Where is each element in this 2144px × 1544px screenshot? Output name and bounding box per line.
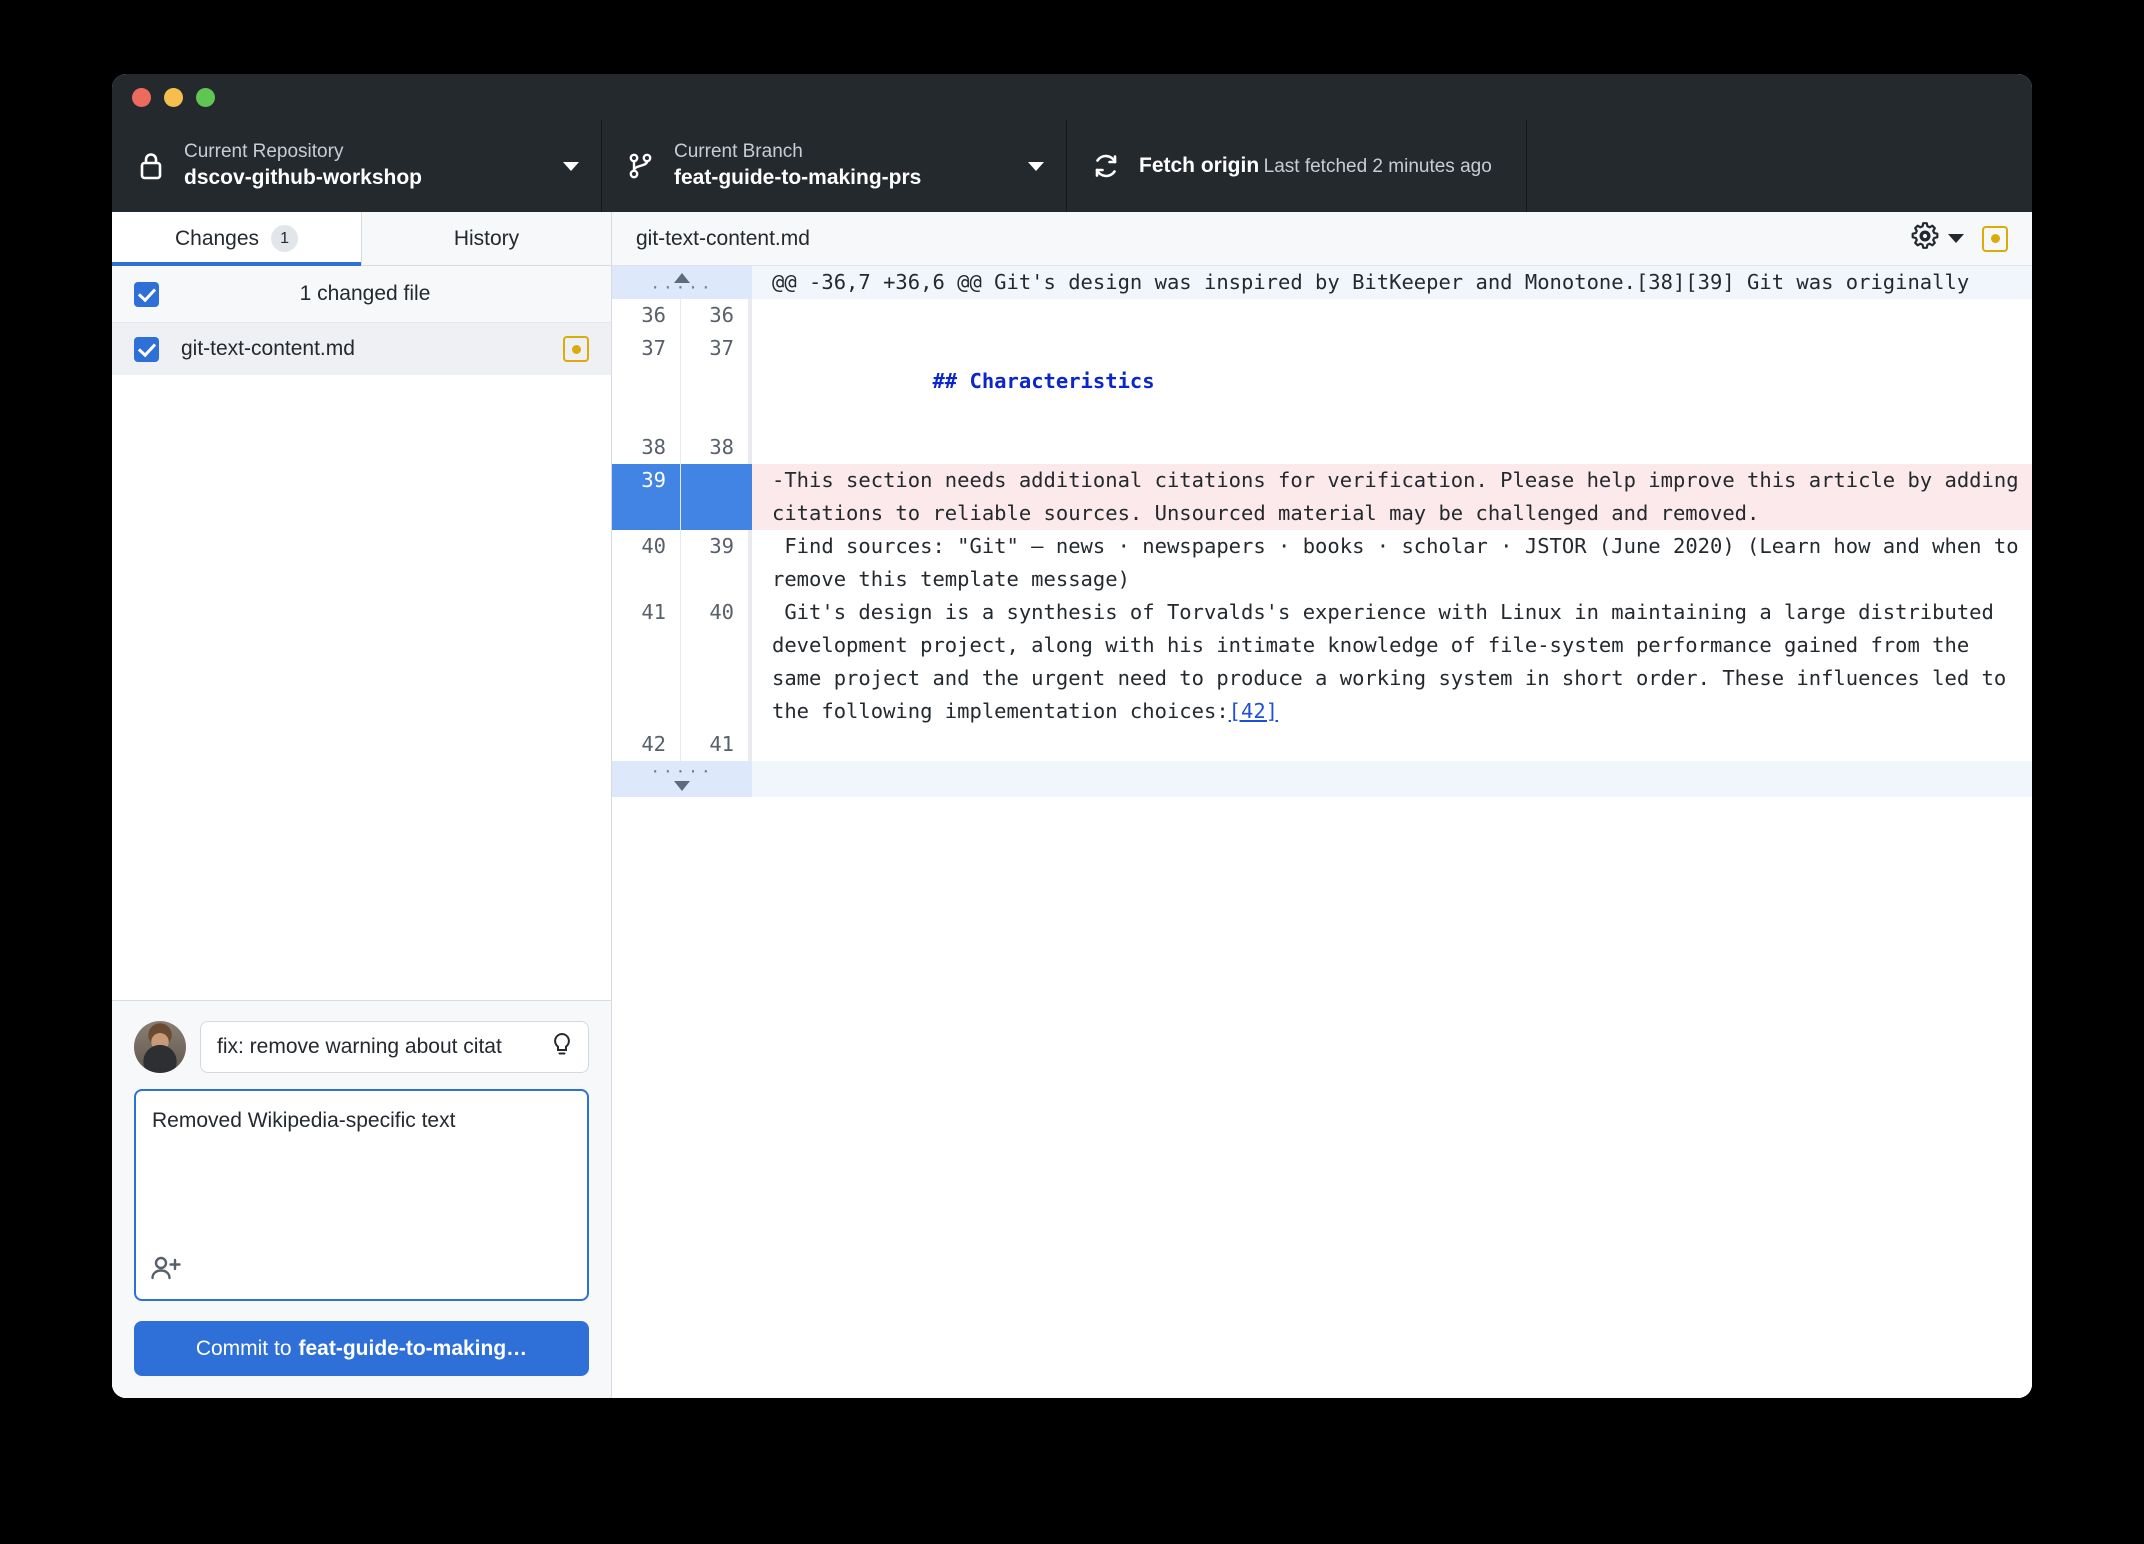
- commit-button[interactable]: Commit to feat-guide-to-making…: [134, 1321, 589, 1376]
- file-list-empty-space: [112, 375, 611, 1000]
- select-all-checkbox[interactable]: [134, 281, 159, 307]
- commit-panel: fix: remove warning about citat Removed …: [112, 1000, 611, 1398]
- file-name-label: git-text-content.md: [181, 337, 355, 360]
- sync-icon: [1089, 151, 1123, 181]
- expand-up-button[interactable]: ·····: [612, 266, 752, 299]
- commit-button-branch: feat-guide-to-making…: [298, 1336, 528, 1360]
- modified-file-icon: [1982, 225, 2008, 252]
- diff-line-row[interactable]: 38 38: [612, 431, 2032, 464]
- chevron-down-icon: [1948, 234, 1964, 243]
- diff-new-line-number: 40: [680, 596, 748, 728]
- changes-sidebar: Changes 1 History 1 changed file git-tex…: [112, 212, 612, 1398]
- gear-icon: [1910, 221, 1940, 256]
- diff-old-line-number: 38: [612, 431, 680, 464]
- diff-line-row[interactable]: 37 37 ## Characteristics: [612, 332, 2032, 431]
- diff-new-line-number: 38: [680, 431, 748, 464]
- git-branch-icon: [624, 151, 658, 181]
- window-titlebar: [112, 74, 2032, 120]
- diff-line-row[interactable]: 40 39 Find sources: "Git" — news · newsp…: [612, 530, 2032, 596]
- lock-icon: [134, 151, 168, 181]
- arrow-down-icon: [674, 781, 690, 791]
- commit-description-value: Removed Wikipedia-specific text: [152, 1109, 456, 1132]
- diff-line-text: -This section needs additional citations…: [752, 464, 2032, 530]
- commit-button-prefix: Commit to: [195, 1336, 292, 1360]
- tab-changes-label: Changes: [174, 226, 260, 250]
- diff-old-line-number: 40: [612, 530, 680, 596]
- chevron-down-icon: [1028, 161, 1044, 171]
- diff-line-text: ## Characteristics: [752, 332, 2032, 431]
- diff-old-line-number: 42: [612, 728, 680, 761]
- changed-files-header: 1 changed file: [112, 266, 611, 323]
- diff-old-line-number: 41: [612, 596, 680, 728]
- diff-body: ····· @@ -36,7 +36,6 @@ Git's design was…: [612, 266, 2032, 1398]
- diff-new-line-number: 39: [680, 530, 748, 596]
- sidebar-tabs: Changes 1 History: [112, 212, 611, 266]
- expand-dots-icon: ·····: [650, 277, 714, 297]
- diff-old-line-number: 37: [612, 332, 680, 431]
- diff-header: git-text-content.md: [612, 212, 2032, 266]
- diff-line-text: [752, 431, 2032, 464]
- fetch-origin-status: Last fetched 2 minutes ago: [1263, 156, 1492, 178]
- diff-hunk-header-row: ····· @@ -36,7 +36,6 @@ Git's design was…: [612, 266, 2032, 299]
- diff-panel: git-text-content.md ····· @@ -36,7 +36,6…: [612, 212, 2032, 1398]
- diff-line-text: [752, 299, 2032, 332]
- diff-line-row-deleted[interactable]: 39 -This section needs additional citati…: [612, 464, 2032, 530]
- diff-file-name: git-text-content.md: [636, 226, 810, 250]
- modified-file-icon: [563, 336, 589, 362]
- current-repository-label: Current Repository: [184, 141, 344, 163]
- diff-old-line-number: 39: [612, 464, 680, 530]
- expand-dots-icon: ·····: [650, 762, 714, 781]
- diff-empty-space: [612, 797, 2032, 1397]
- maximize-window-button[interactable]: [196, 87, 215, 107]
- add-person-icon[interactable]: [150, 1254, 184, 1289]
- tab-history[interactable]: History: [362, 212, 611, 265]
- changed-files-count-label: 1 changed file: [299, 282, 431, 305]
- commit-description-input[interactable]: Removed Wikipedia-specific text: [134, 1089, 589, 1301]
- commit-summary-row: fix: remove warning about citat: [134, 1021, 589, 1073]
- expand-down-button[interactable]: ·····: [612, 761, 752, 797]
- diff-expand-down-row: ·····: [612, 761, 2032, 797]
- markdown-heading-text: ## Characteristics: [932, 369, 1155, 393]
- github-desktop-window: Current Repository dscov-github-workshop…: [112, 74, 2032, 1398]
- diff-new-line-number: 36: [680, 299, 748, 332]
- file-checkbox[interactable]: [134, 336, 159, 362]
- fetch-origin-button[interactable]: Fetch origin Last fetched 2 minutes ago: [1067, 120, 1527, 212]
- diff-expand-down-spacer: [752, 761, 2032, 797]
- commit-summary-value: fix: remove warning about citat: [217, 1035, 502, 1058]
- diff-line-row[interactable]: 41 40 Git's design is a synthesis of Tor…: [612, 596, 2032, 728]
- diff-new-line-number: [680, 464, 748, 530]
- app-toolbar: Current Repository dscov-github-workshop…: [112, 120, 2032, 212]
- list-item[interactable]: git-text-content.md: [112, 323, 611, 375]
- app-body: Changes 1 History 1 changed file git-tex…: [112, 212, 2032, 1398]
- avatar: [134, 1021, 186, 1073]
- fetch-origin-label: Fetch origin: [1139, 154, 1260, 178]
- diff-new-line-number: 41: [680, 728, 748, 761]
- diff-new-line-number: 37: [680, 332, 748, 431]
- diff-settings-button[interactable]: [1910, 221, 1964, 256]
- diff-line-text: Git's design is a synthesis of Torvalds'…: [752, 596, 2032, 728]
- diff-old-line-number: 36: [612, 299, 680, 332]
- current-branch-button[interactable]: Current Branch feat-guide-to-making-prs: [602, 120, 1067, 212]
- toolbar-empty-area: [1527, 120, 2032, 212]
- tab-changes-badge: 1: [271, 225, 299, 252]
- citation-link[interactable]: [42]: [1229, 699, 1278, 723]
- commit-summary-input[interactable]: fix: remove warning about citat: [200, 1021, 589, 1073]
- diff-line-row[interactable]: 36 36: [612, 299, 2032, 332]
- diff-line-text: Find sources: "Git" — news · newspapers …: [752, 530, 2032, 596]
- current-repository-button[interactable]: Current Repository dscov-github-workshop: [112, 120, 602, 212]
- tab-changes[interactable]: Changes 1: [112, 212, 362, 266]
- chevron-down-icon: [563, 161, 579, 171]
- diff-header-actions: [1910, 221, 2008, 256]
- current-repository-value: dscov-github-workshop: [184, 166, 422, 190]
- close-window-button[interactable]: [132, 87, 151, 107]
- diff-line-row[interactable]: 42 41: [612, 728, 2032, 761]
- diff-hunk-header-text: @@ -36,7 +36,6 @@ Git's design was inspi…: [752, 266, 2032, 299]
- diff-line-text: [752, 728, 2032, 761]
- lightbulb-icon[interactable]: [550, 1031, 574, 1064]
- minimize-window-button[interactable]: [164, 87, 183, 107]
- current-branch-label: Current Branch: [674, 141, 803, 163]
- diff-line-text-body: Git's design is a synthesis of Torvalds'…: [772, 600, 2019, 723]
- current-branch-value: feat-guide-to-making-prs: [674, 166, 922, 190]
- tab-history-label: History: [453, 226, 520, 250]
